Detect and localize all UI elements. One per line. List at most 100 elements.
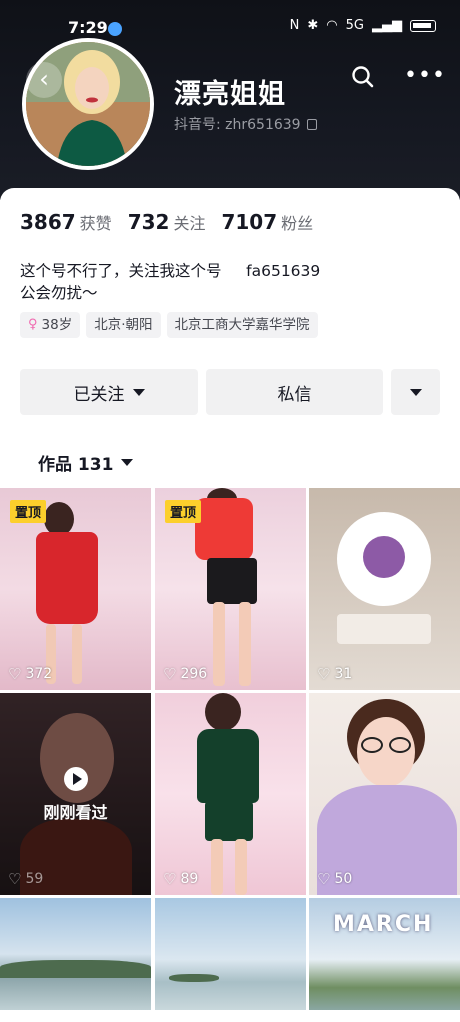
island — [169, 974, 219, 982]
watched-label: 刚刚看过 — [43, 803, 108, 822]
like-count-text: 59 — [25, 871, 44, 887]
douyin-id-text: 抖音号: zhr651639 — [174, 117, 301, 133]
glasses-icon — [389, 737, 411, 753]
video-thumbnail[interactable]: 刚刚看过 ♡ 59 — [0, 693, 151, 895]
status-icons: N ✱ ◠ 5G ▂▄▆ — [290, 18, 436, 33]
green-top — [197, 729, 259, 803]
message-label: 私信 — [277, 384, 312, 405]
more-icon: ••• — [404, 63, 446, 88]
followed-label: 已关注 — [73, 384, 125, 405]
notification-icon — [108, 22, 122, 36]
video-thumbnail[interactable]: 置顶 ♡ 296 — [155, 488, 306, 690]
bio-line: 公会勿扰～ — [20, 284, 98, 302]
followed-button[interactable]: 已关注 — [20, 369, 198, 415]
pinned-badge: 置顶 — [165, 500, 202, 523]
like-count: ♡ 296 — [163, 665, 207, 683]
red-top — [195, 498, 253, 560]
watched-overlay — [0, 693, 151, 895]
recommend-dropdown-button[interactable] — [391, 369, 440, 415]
status-bar: 7:29 N ✱ ◠ 5G ▂▄▆ — [0, 0, 460, 40]
search-icon — [352, 66, 374, 88]
figure-leg — [213, 602, 225, 686]
stat-number: 732 — [127, 210, 170, 234]
works-tab-label: 作品 131 — [38, 455, 114, 475]
message-button[interactable]: 私信 — [206, 369, 383, 415]
tab-works[interactable]: 作品 131 — [38, 450, 134, 475]
figure-hair — [205, 693, 241, 731]
thumbnail-title: MARCH — [333, 912, 434, 937]
bluetooth-icon: ✱ — [307, 18, 319, 33]
tag-label: 北京·朝阳 — [94, 317, 153, 333]
heart-icon: ♡ — [8, 665, 22, 683]
stat-followers[interactable]: 7107 粉丝 — [221, 210, 313, 234]
status-time: 7:29 — [68, 18, 108, 37]
tag-label: 北京工商大学嘉华学院 — [174, 317, 310, 333]
like-count-text: 50 — [334, 871, 353, 887]
search-button[interactable] — [350, 64, 380, 94]
copy-icon[interactable] — [306, 119, 317, 130]
video-thumbnail[interactable]: ♡ 31 — [309, 488, 460, 690]
like-count: ♡ 50 — [317, 870, 352, 888]
heart-icon: ♡ — [317, 665, 331, 683]
black-skirt — [207, 558, 257, 604]
stat-following[interactable]: 732 关注 — [128, 210, 206, 234]
like-count-text: 31 — [334, 666, 353, 682]
figure-leg — [239, 602, 251, 686]
qr-avatar — [363, 536, 405, 578]
red-dress — [36, 532, 98, 624]
profile-tags: ♀ 38岁 北京·朝阳 北京工商大学嘉华学院 — [20, 312, 318, 338]
figure-leg — [211, 839, 223, 895]
figure-leg — [72, 624, 82, 684]
signal-label: 5G — [345, 18, 364, 33]
age-tag: ♀ 38岁 — [20, 312, 81, 338]
video-thumbnail[interactable]: MARCH — [309, 898, 460, 1010]
nfc-icon: N — [289, 18, 300, 33]
qr-caption-card — [337, 614, 431, 644]
heart-icon: ♡ — [163, 665, 177, 683]
location-tag: 北京·朝阳 — [86, 312, 161, 338]
video-thumbnail[interactable] — [0, 898, 151, 1010]
stat-number: 3867 — [20, 210, 76, 234]
signal-icon: ▂▄▆ — [372, 18, 402, 33]
chevron-down-icon — [121, 459, 134, 466]
back-button[interactable]: ‹ — [26, 62, 62, 98]
heart-icon: ♡ — [317, 870, 331, 888]
wifi-icon: ◠ — [326, 18, 338, 33]
like-count: ♡ 31 — [317, 665, 352, 683]
stat-label: 粉丝 — [281, 214, 314, 233]
female-icon: ♀ — [28, 317, 38, 332]
video-thumbnail[interactable]: ♡ 89 — [155, 693, 306, 895]
nickname: 漂亮姐姐 — [174, 79, 286, 110]
profile-sheet: 3867 获赞 732 关注 7107 粉丝 这个号不行了，关注我这个号 fa6516… — [0, 188, 460, 1022]
stat-label: 获赞 — [79, 214, 112, 233]
douyin-id[interactable]: 抖音号: zhr651639 — [174, 114, 317, 134]
tag-label: 38岁 — [41, 317, 73, 333]
play-icon — [64, 767, 88, 791]
chevron-down-icon — [409, 388, 422, 396]
video-thumbnail[interactable]: 置顶 ♡ 372 — [0, 488, 151, 690]
like-count-text: 372 — [25, 666, 53, 682]
like-count-text: 89 — [180, 871, 199, 887]
bio-line: 这个号不行了，关注我这个号 fa651639 — [20, 262, 321, 280]
profile-header: 7:29 N ✱ ◠ 5G ▂▄▆ ‹ 漂亮姐姐 抖音号: zhr651639 — [0, 0, 460, 200]
battery-icon — [410, 19, 436, 32]
avatar[interactable] — [22, 38, 154, 170]
heart-icon: ♡ — [8, 870, 22, 888]
heart-icon: ♡ — [163, 870, 177, 888]
video-thumbnail[interactable]: ♡ 50 — [309, 693, 460, 895]
like-count: ♡ 372 — [8, 665, 52, 683]
hills — [0, 960, 151, 978]
figure-leg — [235, 839, 247, 895]
bio: 这个号不行了，关注我这个号 fa651639 公会勿扰～ — [20, 260, 440, 304]
school-tag: 北京工商大学嘉华学院 — [166, 312, 318, 338]
pinned-badge: 置顶 — [10, 500, 47, 523]
stat-label: 关注 — [173, 214, 206, 233]
video-thumbnail[interactable] — [155, 898, 306, 1010]
figure-hair — [44, 502, 74, 536]
stat-likes[interactable]: 3867 获赞 — [20, 210, 112, 234]
glasses-icon — [361, 737, 383, 753]
more-button[interactable]: ••• — [404, 64, 445, 94]
stat-number: 7107 — [221, 210, 278, 234]
stats-row: 3867 获赞 732 关注 7107 粉丝 — [20, 210, 313, 234]
like-count: ♡ 89 — [163, 870, 198, 888]
